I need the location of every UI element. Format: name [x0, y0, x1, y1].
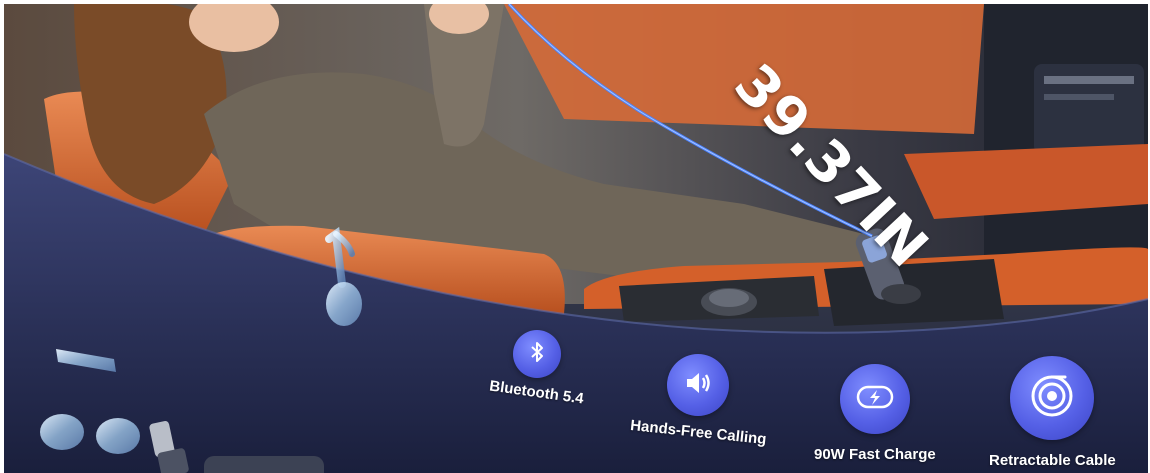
feature-bluetooth: Bluetooth 5.4 [488, 330, 585, 408]
retractable-cable-icon [1029, 373, 1075, 424]
promo-banner: X 39.37IN Bluetooth 5.4 Hands-Free Calli [4, 4, 1148, 473]
bluetooth-icon [525, 340, 549, 369]
feature-bluetooth-badge [512, 330, 561, 378]
adapter-device [204, 456, 324, 473]
fast-charge-icon [856, 384, 894, 415]
feature-retractable-cable: Retractable Cable [989, 356, 1116, 469]
speaker-icon [682, 367, 714, 404]
feature-hands-free: Hands-Free Calling [629, 354, 767, 448]
feature-hands-free-badge [667, 354, 730, 416]
feature-fast-charge-badge [839, 364, 910, 434]
feature-retractable-cable-badge [1010, 356, 1095, 440]
feature-fast-charge: 90W Fast Charge [814, 364, 936, 463]
feature-fast-charge-label: 90W Fast Charge [814, 446, 936, 463]
feature-retractable-cable-label: Retractable Cable [989, 452, 1116, 469]
